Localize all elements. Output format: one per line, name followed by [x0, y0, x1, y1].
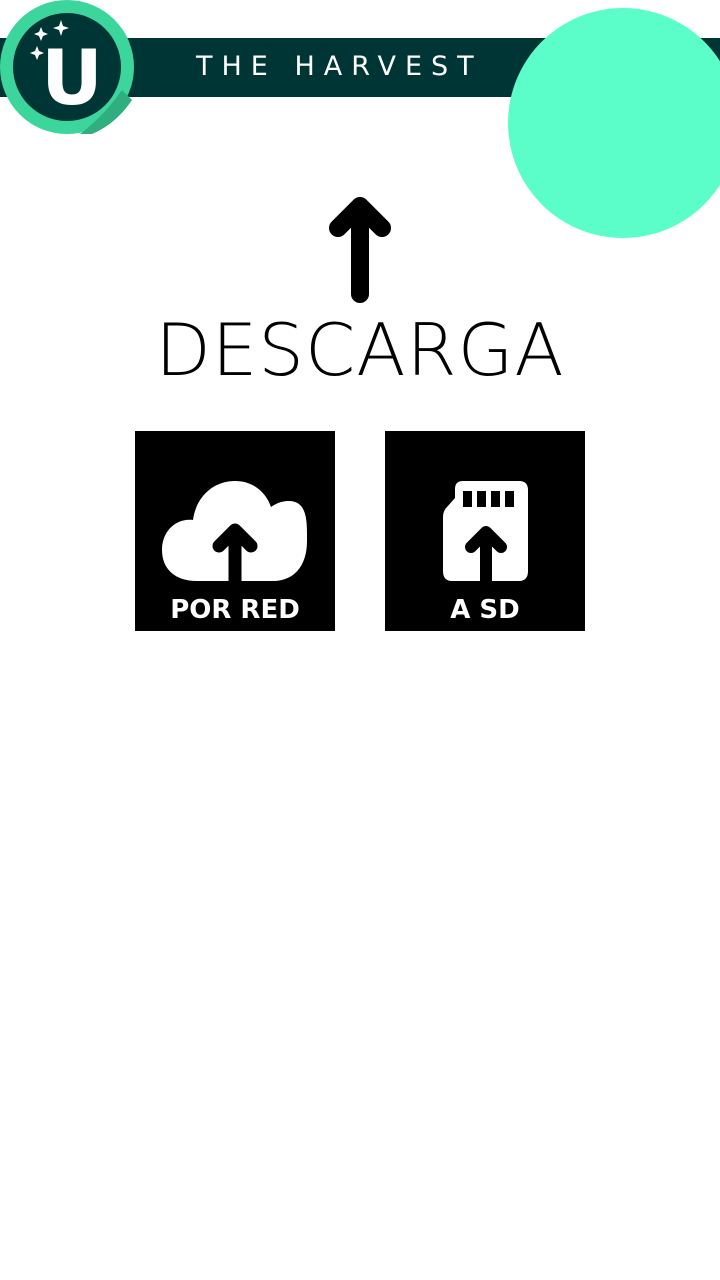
app-title: THE HARVEST	[196, 51, 483, 82]
page-title: DESCARGA	[155, 308, 565, 392]
download-network-button[interactable]: POR RED	[135, 431, 335, 631]
arrow-up-icon	[328, 196, 392, 304]
sd-card-upload-icon	[385, 431, 585, 591]
download-sd-label: A SD	[450, 595, 520, 625]
app-logo: U	[0, 0, 140, 140]
cloud-upload-icon	[135, 431, 335, 591]
logo-letter: U	[41, 33, 103, 122]
decorative-circle	[508, 8, 720, 238]
download-sd-button[interactable]: A SD	[385, 431, 585, 631]
download-network-label: POR RED	[170, 595, 300, 625]
